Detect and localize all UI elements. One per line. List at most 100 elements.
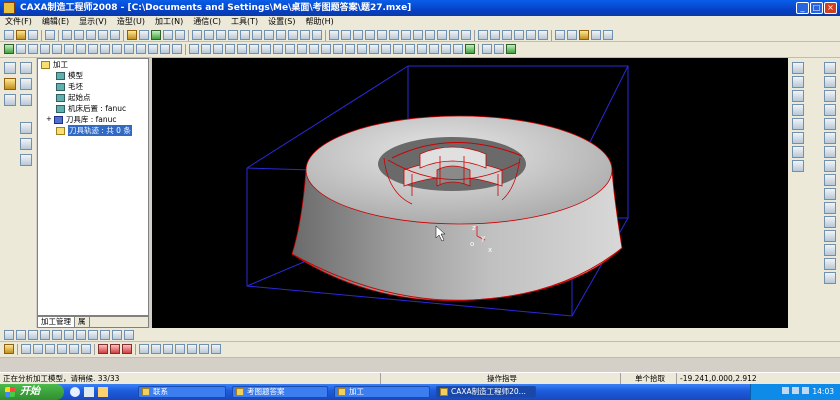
solid-tool-icon[interactable] <box>393 44 403 54</box>
feature-icon[interactable] <box>437 30 447 40</box>
feature-icon[interactable] <box>401 30 411 40</box>
model-view[interactable]: z y x o <box>152 58 788 328</box>
tree-item-start-point[interactable]: 起始点 <box>38 92 148 103</box>
line-icon[interactable] <box>824 62 836 74</box>
feature-icon[interactable] <box>413 30 423 40</box>
solid-tool-icon[interactable] <box>441 44 451 54</box>
layer-icon[interactable] <box>139 30 149 40</box>
trim-icon[interactable] <box>824 216 836 228</box>
print-icon[interactable] <box>45 30 55 40</box>
edit-icon[interactable] <box>20 62 32 74</box>
light-icon[interactable] <box>127 30 137 40</box>
tree-item-cam[interactable]: 加工 <box>38 59 148 70</box>
edit-icon[interactable] <box>20 138 32 150</box>
surface-icon[interactable] <box>240 30 250 40</box>
polygon-icon[interactable] <box>824 188 836 200</box>
shade-icon[interactable] <box>579 30 589 40</box>
select-icon[interactable] <box>4 62 16 74</box>
grid-icon[interactable] <box>4 94 16 106</box>
curve-tool-icon[interactable] <box>52 44 62 54</box>
curve-tool-icon[interactable] <box>16 44 26 54</box>
point-icon[interactable] <box>824 160 836 172</box>
tray-icon[interactable] <box>792 387 800 394</box>
menu-machining[interactable]: 加工(N) <box>150 16 188 28</box>
sketch-icon[interactable] <box>4 78 16 90</box>
solid-tool-icon[interactable] <box>345 44 355 54</box>
machining-icon[interactable] <box>16 330 26 340</box>
machining-icon[interactable] <box>112 330 122 340</box>
toolpath-icon[interactable] <box>81 344 91 354</box>
polyline-icon[interactable] <box>824 76 836 88</box>
curve-icon[interactable] <box>824 244 836 256</box>
surface-icon[interactable] <box>204 30 214 40</box>
surface-icon[interactable] <box>216 30 226 40</box>
solid-tool-icon[interactable] <box>465 44 475 54</box>
solid-tool-icon[interactable] <box>381 44 391 54</box>
display-icon[interactable] <box>591 30 601 40</box>
curve-tool-icon[interactable] <box>4 44 14 54</box>
undo-icon[interactable] <box>98 30 108 40</box>
toolpath-icon[interactable] <box>122 344 132 354</box>
feature-icon[interactable] <box>461 30 471 40</box>
surface-icon[interactable] <box>252 30 262 40</box>
zoom-out-icon[interactable] <box>514 30 524 40</box>
help-icon[interactable] <box>603 30 613 40</box>
copy-icon[interactable] <box>74 30 84 40</box>
edit-icon[interactable] <box>20 122 32 134</box>
toolpath-icon[interactable] <box>151 344 161 354</box>
solid-tool-icon[interactable] <box>225 44 235 54</box>
redo-icon[interactable] <box>110 30 120 40</box>
formula-curve-icon[interactable] <box>824 174 836 186</box>
machining-icon[interactable] <box>100 330 110 340</box>
cut-icon[interactable] <box>62 30 72 40</box>
tree-item-tool-library[interactable]: + 刀具库 : fanuc <box>38 114 148 125</box>
toolpath-icon[interactable] <box>175 344 185 354</box>
feature-icon[interactable] <box>329 30 339 40</box>
machining-icon[interactable] <box>88 330 98 340</box>
toolpath-icon[interactable] <box>211 344 221 354</box>
solid-tool-icon[interactable] <box>453 44 463 54</box>
toolpath-icon[interactable] <box>199 344 209 354</box>
toolpath-icon[interactable] <box>33 344 43 354</box>
menu-communication[interactable]: 通信(C) <box>188 16 226 28</box>
rectangle-icon[interactable] <box>824 118 836 130</box>
solid-tool-icon[interactable] <box>249 44 259 54</box>
color-icon[interactable] <box>175 30 185 40</box>
solid-tool-icon[interactable] <box>201 44 211 54</box>
curve-edit-icon[interactable] <box>792 76 804 88</box>
status-pick-mode[interactable]: 单个拾取 <box>620 373 676 384</box>
surface-icon[interactable] <box>264 30 274 40</box>
curve-edit-icon[interactable] <box>792 146 804 158</box>
spline-icon[interactable] <box>824 146 836 158</box>
curve-tool-icon[interactable] <box>172 44 182 54</box>
arc-icon[interactable] <box>824 104 836 116</box>
paste-icon[interactable] <box>86 30 96 40</box>
tree-item-model[interactable]: 模型 <box>38 70 148 81</box>
task-button[interactable]: 联系 <box>138 386 226 398</box>
feature-icon[interactable] <box>449 30 459 40</box>
curve-edit-icon[interactable] <box>792 132 804 144</box>
toolpath-icon[interactable] <box>163 344 173 354</box>
curve-tool-icon[interactable] <box>88 44 98 54</box>
toolpath-icon[interactable] <box>110 344 120 354</box>
tray-icon[interactable] <box>802 387 810 394</box>
toolpath-icon[interactable] <box>98 344 108 354</box>
menu-modeling[interactable]: 造型(U) <box>112 16 150 28</box>
curve-tool-icon[interactable] <box>28 44 38 54</box>
solid-tool-icon[interactable] <box>213 44 223 54</box>
tray-icon[interactable] <box>782 387 790 394</box>
pan-icon[interactable] <box>538 30 548 40</box>
machining-icon[interactable] <box>52 330 62 340</box>
feature-icon[interactable] <box>341 30 351 40</box>
minimize-icon[interactable]: _ <box>796 2 809 14</box>
solid-tool-icon[interactable] <box>357 44 367 54</box>
solid-tool-icon[interactable] <box>405 44 415 54</box>
curve-tool-icon[interactable] <box>40 44 50 54</box>
curve-edit-icon[interactable] <box>792 118 804 130</box>
view-icon[interactable] <box>478 30 488 40</box>
offset-icon[interactable] <box>824 202 836 214</box>
zoom-window-icon[interactable] <box>490 30 500 40</box>
new-icon[interactable] <box>4 30 14 40</box>
surface-icon[interactable] <box>276 30 286 40</box>
edit-icon[interactable] <box>20 78 32 90</box>
